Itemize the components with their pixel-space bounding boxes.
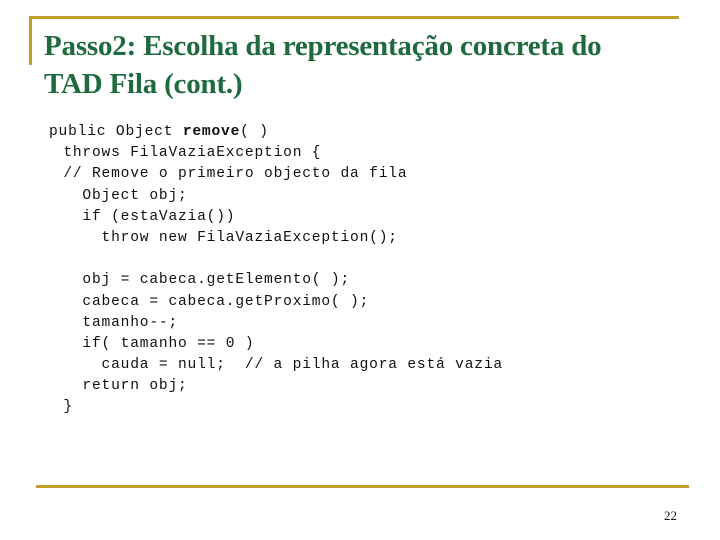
code-method-name: remove [182,124,241,140]
page-number: 22 [664,508,677,523]
code-text: obj = cabeca.getElemento( ); [82,272,351,289]
code-text: return obj; [82,378,188,395]
code-line: if( tamanho == 0 ) [49,334,503,355]
code-line: throw new FilaVaziaException(); [49,228,503,249]
code-block: public Object remove( ) throws FilaVaziaE… [49,122,503,419]
slide-title-line-2: TAD Fila (cont.) [44,68,243,100]
code-text: if (estaVazia()) [82,208,236,225]
slide-title-line-1: Passo2: Escolha da representação concret… [44,30,602,62]
code-line: // Remove o primeiro objecto da fila [49,164,503,185]
code-text: cauda = null; // a pilha agora está vazi… [101,357,503,374]
code-line: cabeca = cabeca.getProximo( ); [49,292,503,313]
footer-rule [36,485,689,488]
code-text: ( ) [240,124,269,140]
code-line: if (estaVazia()) [49,207,503,228]
code-line: } [49,397,503,418]
code-line: cauda = null; // a pilha agora está vazi… [49,355,503,376]
code-line: Object obj; [49,186,503,207]
code-text: Object obj; [82,187,188,204]
code-line: public Object remove( ) [49,122,503,143]
code-line: obj = cabeca.getElemento( ); [49,270,503,291]
code-text: } [63,399,73,416]
code-line: tamanho--; [49,313,503,334]
title-frame-left-rule [29,16,32,65]
code-text: // Remove o primeiro objecto da fila [63,166,408,183]
code-text: cabeca = cabeca.getProximo( ); [82,293,370,310]
code-text: throws FilaVaziaException { [63,145,322,162]
slide-title: Passo2: Escolha da representação concret… [44,27,704,103]
code-text: public Object [49,124,183,140]
code-text: if( tamanho == 0 ) [82,335,255,352]
title-frame-top-rule [29,16,679,19]
code-text: tamanho--; [82,314,178,331]
code-line: throws FilaVaziaException { [49,143,503,164]
code-text: throw new FilaVaziaException(); [101,229,398,246]
code-line: return obj; [49,376,503,397]
